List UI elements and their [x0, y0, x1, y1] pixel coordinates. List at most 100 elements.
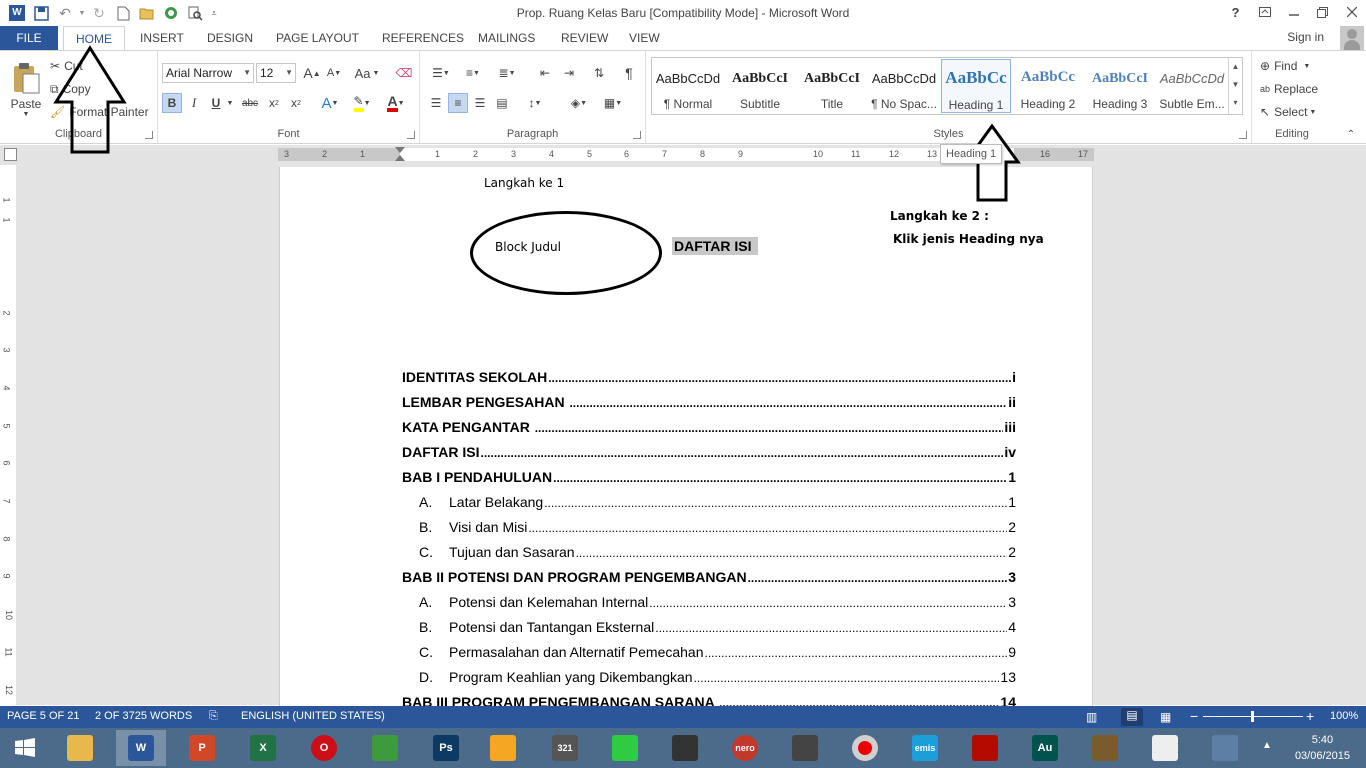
increase-indent-icon[interactable]: ⇥	[558, 63, 580, 83]
word-count[interactable]: 2 OF 3725 WORDS	[95, 710, 192, 722]
align-center-icon[interactable]: ≡	[448, 93, 468, 113]
font-size-combo[interactable]: 12 ▼	[256, 63, 296, 83]
style-heading-3[interactable]: AaBbCcI Heading 3	[1085, 59, 1155, 113]
coreldraw-app-icon[interactable]	[360, 730, 410, 766]
borders-icon[interactable]: ▦ ▼	[598, 93, 628, 113]
audition-app-icon[interactable]: Au	[1020, 730, 1070, 766]
tab-page-layout[interactable]: PAGE LAYOUT	[264, 26, 371, 50]
calendar-321-icon[interactable]: 321	[540, 730, 590, 766]
ribbon-display-icon[interactable]	[1250, 0, 1279, 24]
styles-launcher-icon[interactable]	[1239, 131, 1247, 139]
pes-galaxy-icon[interactable]	[780, 730, 830, 766]
paragraph-launcher-icon[interactable]	[633, 131, 641, 139]
help-icon[interactable]: ?	[1221, 0, 1250, 24]
format-painter-button[interactable]: 🖌 Format Painter	[50, 103, 149, 121]
tab-design[interactable]: DESIGN	[195, 26, 265, 50]
multilevel-list-icon[interactable]: ≣ ▼	[490, 63, 524, 83]
media-player-icon[interactable]	[478, 730, 528, 766]
word-app-icon[interactable]: W	[116, 730, 166, 766]
style-normal[interactable]: AaBbCcDd ¶ Normal	[653, 59, 723, 113]
paste-button[interactable]: Paste ▼	[6, 55, 46, 125]
toc-entry[interactable]: BAB III PROGRAM PENGEMBANGAN SARANA 14	[402, 692, 1016, 707]
tab-home[interactable]: HOME	[63, 26, 125, 51]
chevron-down-icon[interactable]: ▼	[1229, 76, 1242, 94]
quran-app-icon[interactable]	[1080, 730, 1130, 766]
page-count[interactable]: PAGE 5 OF 21	[7, 710, 80, 722]
subscript-button[interactable]: x2	[264, 93, 284, 113]
hanging-indent-icon[interactable]	[395, 155, 405, 161]
style-no-spacing[interactable]: AaBbCcDd ¶ No Spac...	[869, 59, 939, 113]
style-heading-1[interactable]: AaBbCc Heading 1	[941, 59, 1011, 113]
text-effects-icon[interactable]: A ▼	[316, 93, 344, 113]
style-subtle-emphasis[interactable]: AaBbCcDd Subtle Em...	[1157, 59, 1227, 113]
bold-button[interactable]: B	[162, 93, 182, 113]
collapse-ribbon-icon[interactable]: ⌃	[1344, 127, 1358, 141]
read-mode-icon[interactable]: ▥	[1086, 710, 1097, 724]
superscript-button[interactable]: x2	[286, 93, 306, 113]
chevron-up-icon[interactable]: ▲	[1229, 58, 1242, 76]
toc-entry[interactable]: C. Permasalahan dan Alternatif Pemecahan 9	[402, 642, 1016, 660]
style-subtitle[interactable]: AaBbCcI Subtitle	[725, 59, 795, 113]
start-icon[interactable]	[0, 730, 50, 766]
style-heading-2[interactable]: AaBbCc Heading 2	[1013, 59, 1083, 113]
font-name-combo[interactable]: Arial Narrow ▼	[162, 63, 254, 83]
toc-entry[interactable]: A. Potensi dan Kelemahan Internal 3	[402, 592, 1016, 610]
restore-icon[interactable]	[1308, 0, 1337, 24]
align-left-icon[interactable]: ☰	[426, 93, 446, 113]
toc-entry[interactable]: DAFTAR ISI iv	[402, 442, 1016, 460]
gallery-scroll[interactable]: ▲ ▼ ▾	[1228, 58, 1242, 114]
remote-app-icon[interactable]	[1140, 730, 1190, 766]
print-layout-icon[interactable]: ▤	[1121, 708, 1143, 726]
tab-selector[interactable]	[4, 148, 17, 161]
tab-insert[interactable]: INSERT	[128, 26, 196, 50]
toc-entry[interactable]: KATA PENGANTAR iii	[402, 417, 1016, 435]
tab-mailings[interactable]: MAILINGS	[466, 26, 547, 50]
gallery-more-icon[interactable]: ▾	[1229, 94, 1242, 112]
align-right-icon[interactable]: ☰	[470, 93, 490, 113]
acrobat-app-icon[interactable]	[960, 730, 1010, 766]
bullets-icon[interactable]: ☰ ▼	[426, 63, 456, 83]
camera-app-icon[interactable]	[660, 730, 710, 766]
language-indicator[interactable]: ENGLISH (UNITED STATES)	[241, 710, 385, 722]
sort-icon[interactable]: ⇅	[588, 63, 610, 83]
zoom-level[interactable]: 100%	[1330, 710, 1358, 722]
nero-app-icon[interactable]: nero	[720, 730, 770, 766]
toc-entry[interactable]: BAB I PENDAHULUAN 1	[402, 467, 1016, 485]
toc-entry[interactable]: BAB II POTENSI DAN PROGRAM PENGEMBANGAN 3	[402, 567, 1016, 585]
photoshop-app-icon[interactable]: Ps	[421, 730, 471, 766]
avatar[interactable]	[1340, 26, 1364, 50]
tab-view[interactable]: VIEW	[617, 26, 672, 50]
toc-entry[interactable]: D. Program Keahlian yang Dikembangkan 13	[402, 667, 1016, 685]
powerpoint-app-icon[interactable]: P	[177, 730, 227, 766]
vertical-ruler[interactable]: 1 1 2 3 4 5 6 7 8 9 10 11 12	[0, 165, 16, 705]
tray-overflow-icon[interactable]: ▲	[1262, 740, 1272, 751]
emis-app-icon[interactable]: emis	[900, 730, 950, 766]
minimize-icon[interactable]	[1279, 0, 1308, 24]
font-color-icon[interactable]: A ▼	[382, 93, 410, 113]
underline-button[interactable]: U	[206, 93, 226, 113]
toc-entry[interactable]: A. Latar Belakang 1	[402, 492, 1016, 510]
show-formatting-icon[interactable]: ¶	[618, 63, 640, 83]
italic-button[interactable]: I	[184, 93, 204, 113]
chevron-down-icon[interactable]: ▼	[226, 93, 234, 113]
replace-button[interactable]: ab Replace	[1260, 80, 1318, 98]
grow-font-button[interactable]: A ▲	[302, 63, 322, 83]
toc-entry[interactable]: LEMBAR PENGESAHAN ii	[402, 392, 1016, 410]
shading-icon[interactable]: ◈ ▼	[564, 93, 594, 113]
file-explorer-icon[interactable]	[55, 730, 105, 766]
zoom-slider-thumb[interactable]	[1251, 711, 1254, 722]
excel-app-icon[interactable]: X	[238, 730, 288, 766]
change-case-button[interactable]: Aa ▼	[352, 63, 382, 83]
find-button[interactable]: ⊕ Find ▼	[1260, 57, 1310, 75]
indent-marker-icon[interactable]	[395, 147, 405, 153]
opera-app-icon[interactable]: O	[299, 730, 349, 766]
selected-heading[interactable]: DAFTAR ISI	[672, 237, 758, 255]
zoom-out-button[interactable]: −	[1190, 708, 1198, 724]
document-page[interactable]: Langkah ke 1 Block Judul DAFTAR ISI Lang…	[279, 167, 1093, 707]
cut-button[interactable]: ✂ Cut	[50, 57, 83, 75]
sign-in-link[interactable]: Sign in	[1287, 30, 1324, 44]
decrease-indent-icon[interactable]: ⇤	[534, 63, 556, 83]
system-clock[interactable]: 5:40 03/06/2015	[1295, 732, 1350, 764]
toc-entry[interactable]: B. Potensi dan Tantangan Eksternal 4	[402, 617, 1016, 635]
font-launcher-icon[interactable]	[407, 131, 415, 139]
